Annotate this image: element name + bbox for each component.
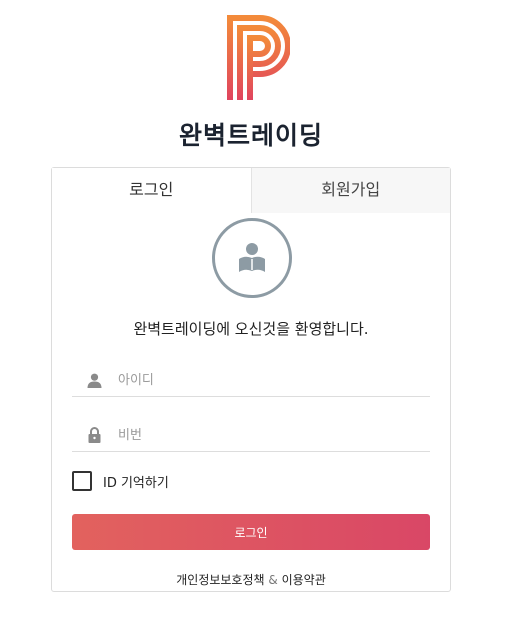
lock-icon: [86, 427, 102, 443]
footer-links: 개인정보보호정책 & 이용약관: [52, 571, 450, 588]
login-card: 로그인 회원가입 완벽트레이딩에 오신것을 환영합니다. 아이디 ID 기억하기…: [51, 167, 451, 592]
remember-id-toggle[interactable]: ID 기억하기: [72, 471, 169, 491]
brand-logo-icon: [227, 15, 290, 100]
remember-checkbox[interactable]: [72, 471, 92, 491]
login-page: 완벽트레이딩 로그인 회원가입 완벽트레이딩에 오신것을 환영합니다. 아이디 …: [0, 0, 519, 642]
tab-signup[interactable]: 회원가입: [250, 168, 450, 213]
brand-title: 완벽트레이딩: [178, 121, 323, 150]
password-field: [72, 419, 430, 452]
user-avatar-icon: [212, 218, 292, 298]
tab-login[interactable]: 로그인: [52, 168, 251, 213]
remember-label: ID 기억하기: [103, 475, 169, 491]
privacy-policy-link[interactable]: 개인정보보호정책: [176, 573, 264, 587]
login-button[interactable]: 로그인: [72, 514, 430, 550]
id-input[interactable]: [118, 372, 418, 388]
id-field: [72, 364, 430, 397]
link-separator: &: [268, 573, 278, 587]
user-icon: [86, 372, 102, 388]
welcome-message: 완벽트레이딩에 오신것을 환영합니다.: [133, 320, 369, 338]
auth-tabs: 로그인 회원가입: [52, 168, 450, 213]
password-input[interactable]: [118, 427, 418, 443]
terms-of-use-link[interactable]: 이용약관: [282, 573, 326, 587]
